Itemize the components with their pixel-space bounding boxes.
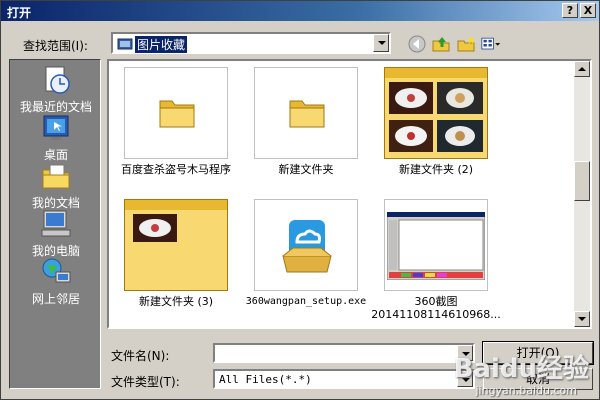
- recent-documents-icon: [45, 66, 70, 94]
- new-folder-icon[interactable]: [456, 34, 476, 54]
- place-my-computer[interactable]: 我的电脑: [10, 208, 102, 259]
- up-folder-icon[interactable]: [431, 34, 451, 54]
- file-item[interactable]: 新建文件夹: [241, 67, 371, 176]
- title-bar: 打开 ? X: [1, 1, 599, 21]
- photo-folder-icon: [125, 200, 227, 242]
- places-bar: 我最近的文档 桌面 我的文档 我的电脑 网上邻居: [9, 59, 101, 389]
- arrow-down-icon: [578, 317, 586, 321]
- file-thumbnail: [254, 199, 358, 291]
- file-thumbnail: [124, 67, 228, 159]
- folder-icon: [289, 100, 325, 128]
- desktop-icon: [43, 115, 69, 140]
- my-documents-icon: [42, 164, 70, 189]
- file-item[interactable]: 百度查杀盗号木马程序: [111, 67, 241, 176]
- file-item[interactable]: 360截图 20141108114610968...: [371, 199, 501, 321]
- file-item[interactable]: 新建文件夹 (3): [111, 199, 241, 308]
- lookin-dropdown-button[interactable]: [373, 34, 389, 52]
- vertical-scrollbar[interactable]: [574, 61, 590, 327]
- view-menu-icon[interactable]: [481, 34, 501, 54]
- file-item[interactable]: 360wangpan_setup.exe: [241, 199, 371, 308]
- arrow-up-icon: [578, 67, 586, 71]
- filetype-label: 文件类型(T):: [111, 375, 180, 389]
- filetype-select[interactable]: All Files(*.*): [213, 369, 475, 389]
- file-name: 新建文件夹: [278, 163, 334, 176]
- file-thumbnail: [384, 199, 488, 291]
- open-file-dialog: 打开 ? X 查找范围(I): 图片收藏 我最近的文档 桌面 我的文档 我的电脑…: [0, 0, 600, 400]
- screenshot-thumbnail: [387, 212, 485, 280]
- place-desktop[interactable]: 桌面: [10, 112, 102, 163]
- scroll-down-button[interactable]: [574, 311, 590, 327]
- filename-input[interactable]: [213, 343, 475, 363]
- place-recent[interactable]: 我最近的文档: [10, 64, 102, 115]
- lookin-combo[interactable]: 图片收藏: [111, 32, 391, 54]
- file-name: 百度查杀盗号木马程序: [121, 163, 231, 176]
- file-thumbnail: [384, 67, 488, 159]
- place-my-documents[interactable]: 我的文档: [10, 160, 102, 211]
- file-name: 360wangpan_setup.exe: [245, 296, 367, 307]
- file-name: 新建文件夹 (2): [398, 163, 474, 176]
- folder-icon: [159, 100, 195, 128]
- photo-folder-icon: [385, 68, 487, 152]
- file-thumbnail: [254, 67, 358, 159]
- lookin-value: 图片收藏: [135, 36, 188, 53]
- scroll-thumb[interactable]: [574, 161, 590, 201]
- filename-label: 文件名(N):: [111, 349, 170, 363]
- lookin-label: 查找范围(I):: [23, 39, 88, 53]
- scroll-up-button[interactable]: [574, 61, 590, 77]
- file-thumbnail: [124, 199, 228, 291]
- filetype-value: All Files(*.*): [219, 373, 312, 386]
- cloud-installer-icon: [282, 220, 332, 273]
- file-name: 新建文件夹 (3): [138, 295, 214, 308]
- close-button[interactable]: X: [580, 3, 596, 18]
- help-button[interactable]: ?: [562, 3, 578, 18]
- back-icon[interactable]: [407, 34, 427, 54]
- network-places-icon: [42, 258, 71, 283]
- place-network[interactable]: 网上邻居: [10, 256, 102, 307]
- baidu-watermark: Baidu经验: [453, 354, 589, 384]
- my-computer-icon: [41, 210, 71, 237]
- file-item[interactable]: 新建文件夹 (2): [371, 67, 501, 176]
- window-title: 打开: [7, 6, 32, 20]
- file-name-line2: 20141108114610968...: [371, 308, 501, 321]
- baidu-watermark-url: jingyan.baidu.com: [475, 384, 577, 397]
- file-list[interactable]: 百度查杀盗号木马程序 新建文件夹 新建文件夹 (2) 新建文件夹 (3) 360…: [107, 59, 592, 329]
- place-label: 网上邻居: [31, 292, 80, 306]
- file-name: 360截图: [414, 295, 458, 308]
- picture-folder-icon: [117, 38, 133, 50]
